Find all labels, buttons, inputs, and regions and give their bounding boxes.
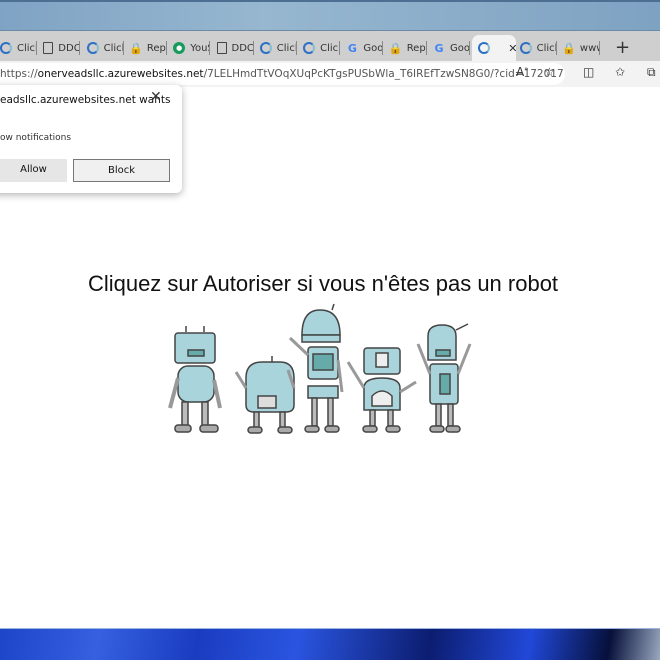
collections-icon[interactable]: ⧉ <box>647 65 656 80</box>
tab-separator <box>122 41 124 55</box>
address-bar-row: https://onerveadsllc.azurewebsites.net/7… <box>0 61 660 87</box>
tab-separator <box>295 41 297 55</box>
split-screen-icon[interactable]: ◫ <box>583 65 594 79</box>
edge-icon <box>86 42 99 54</box>
page-headline: Cliquez sur Autoriser si vous n'êtes pas… <box>87 271 559 296</box>
tab[interactable]: DDC <box>213 37 254 59</box>
tab[interactable]: G Goo <box>342 37 384 59</box>
tab-label: Click <box>536 42 557 54</box>
tab[interactable]: Click <box>256 37 297 59</box>
tab-label: Repc <box>406 42 427 54</box>
tab[interactable]: DDC <box>39 37 81 59</box>
robots-illustration <box>168 303 472 434</box>
tab-separator <box>209 41 211 55</box>
report-icon: 🔒 <box>129 41 143 55</box>
tab-separator <box>555 41 557 55</box>
robot-1 <box>168 326 222 433</box>
tab-label: Repc <box>146 42 167 54</box>
robot-4 <box>346 347 417 433</box>
edge-icon <box>478 42 491 54</box>
tab-separator <box>339 41 341 55</box>
tab-label: Click <box>276 42 297 54</box>
tab-separator <box>165 41 167 55</box>
robot-5 <box>416 323 472 433</box>
tab-separator <box>469 41 470 55</box>
tab-separator <box>252 41 254 55</box>
tab-label: Goo <box>363 42 384 54</box>
report-icon: 🔒 <box>562 41 576 55</box>
edge-icon <box>519 42 532 54</box>
tab[interactable]: Click <box>83 37 124 59</box>
url-host: onerveadsllc.azurewebsites.net <box>37 68 204 80</box>
tab-separator <box>79 41 81 55</box>
block-button[interactable]: Block <box>73 159 170 182</box>
edge-icon <box>0 42 12 54</box>
new-tab-button[interactable]: + <box>615 37 630 58</box>
robot-3 <box>288 303 344 433</box>
favorite-star-icon[interactable]: ☆ <box>544 65 555 79</box>
tab-label: DDC <box>58 42 81 54</box>
tab-label: www <box>579 42 600 54</box>
tab-separator <box>382 41 384 55</box>
tab[interactable]: ✕ <box>472 35 517 61</box>
tab[interactable]: 🔒Repc <box>386 37 427 59</box>
tab-separator <box>598 41 600 55</box>
read-aloud-icon[interactable]: A» <box>516 65 529 79</box>
desktop-wallpaper <box>0 628 660 660</box>
tab[interactable]: Click <box>0 37 37 59</box>
tab-separator <box>36 41 37 55</box>
tab[interactable]: G Goo <box>429 37 470 59</box>
notification-permission-popup: eadsllc.azurewebsites.net wants ✕ ow not… <box>0 85 182 193</box>
yous-icon: ● <box>173 42 186 54</box>
tab-label: Goo <box>450 42 470 54</box>
url-scheme: https:// <box>0 68 38 80</box>
window-title-bar <box>0 0 660 31</box>
tab[interactable]: 🔒Repc <box>126 37 167 59</box>
close-icon[interactable]: ✕ <box>150 89 162 105</box>
document-icon <box>43 42 54 54</box>
tab[interactable]: 🔒www <box>559 37 600 59</box>
tab-strip: ClickDDCClick🔒Repc●YouSDDCClickClickGGoo… <box>0 31 660 61</box>
tab-label: YouS <box>190 42 210 54</box>
tab-label: Click <box>103 42 124 54</box>
allow-button[interactable]: Allow <box>0 159 67 182</box>
tab[interactable]: Click <box>516 37 557 59</box>
tab[interactable]: ● YouS <box>169 37 211 59</box>
document-icon <box>216 42 227 54</box>
report-icon: 🔒 <box>388 41 403 55</box>
google-icon: G <box>434 41 444 55</box>
tab[interactable]: Click <box>299 37 341 59</box>
tab-label: DDC <box>231 42 254 54</box>
popup-subtitle: ow notifications <box>0 133 72 143</box>
popup-title: eadsllc.azurewebsites.net wants <box>0 94 171 106</box>
tab-label: Click <box>320 42 340 54</box>
robot-2 <box>234 356 296 434</box>
google-icon: G <box>347 41 357 55</box>
tab-separator <box>425 41 427 55</box>
address-bar[interactable]: https://onerveadsllc.azurewebsites.net/7… <box>0 63 565 85</box>
edge-icon <box>259 42 272 54</box>
edge-icon <box>303 42 316 54</box>
url-path: /7LELHmdTtVOqXUqPcKTgsPUSbWla_T6IREfTzwS… <box>203 68 565 80</box>
favorites-icon[interactable]: ✩ <box>615 65 625 79</box>
tab-label: Click <box>17 42 37 54</box>
